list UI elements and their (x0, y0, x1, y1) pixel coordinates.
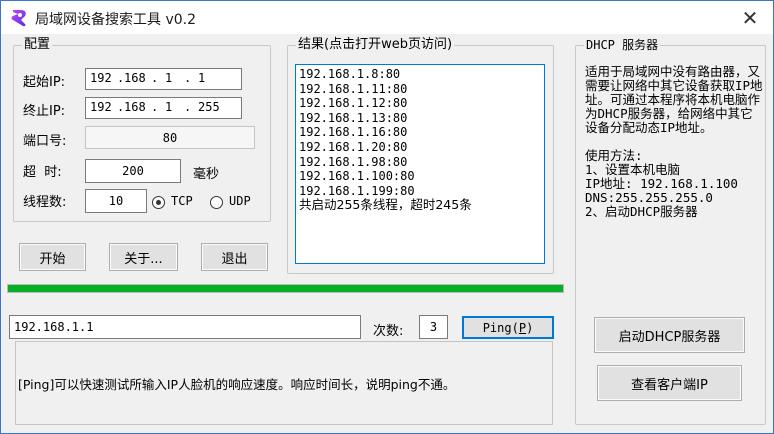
list-item[interactable]: 192.168.1.16:80 (299, 125, 541, 140)
dhcp-legend: DHCP 服务器 (586, 38, 659, 52)
tcp-radio-label: TCP (171, 194, 193, 208)
config-legend: 配置 (24, 37, 51, 52)
dhcp-usage-title: 使用方法: (585, 148, 643, 163)
start-ip-octet-2: 168 (124, 71, 146, 85)
list-item[interactable]: 192.168.1.13:80 (299, 111, 541, 126)
list-item[interactable]: 192.168.1.98:80 (299, 155, 541, 170)
list-item[interactable]: 192.168.1.11:80 (299, 82, 541, 97)
title-bar[interactable]: 局域网设备搜索工具 v0.2 ✕ (1, 1, 773, 34)
view-clients-button[interactable]: 查看客户端IP (597, 365, 742, 401)
dhcp-usage-line: DNS:255.255.255.0 (585, 190, 713, 205)
about-button[interactable]: 关于... (109, 243, 178, 271)
list-item[interactable]: 192.168.1.199:80 (299, 184, 541, 199)
end-ip-octet-3: 1 (165, 100, 173, 114)
udp-radio[interactable] (210, 196, 223, 209)
start-ip-octet-4: 1 (198, 71, 206, 85)
start-ip-octet-1: 192 (90, 71, 112, 85)
ping-count-label: 次数: (373, 324, 404, 339)
list-item[interactable]: 192.168.1.12:80 (299, 96, 541, 111)
ping-button[interactable]: Ping(P) (462, 316, 554, 339)
port-label: 端口号: (23, 134, 67, 149)
progress-fill (8, 285, 563, 292)
app-window: 局域网设备搜索工具 v0.2 ✕ 配置 起始IP: 192 . 168 . 1 … (0, 0, 774, 434)
ping-message: [Ping]可以快速测试所输入IP人脸机的响应速度。响应时间长，说明ping不通… (18, 377, 456, 392)
end-ip-octet-4: 255 (198, 100, 220, 114)
scan-progress-bar (7, 284, 564, 293)
ping-count-input[interactable]: 3 (419, 315, 448, 339)
end-ip-octet-2: 168 (124, 100, 146, 114)
list-item[interactable]: 192.168.1.20:80 (299, 140, 541, 155)
app-logo-icon (11, 10, 26, 27)
dhcp-info: 适用于局域网中没有路由器，又需要让网络中其它设备获取IP地址。可通过本程序将本机… (585, 65, 765, 219)
dhcp-description: 适用于局域网中没有路由器，又需要让网络中其它设备获取IP地址。可通过本程序将本机… (585, 64, 763, 135)
list-item[interactable]: 192.168.1.8:80 (299, 67, 541, 82)
threads-label: 线程数: (23, 195, 67, 210)
start-ip-field[interactable]: 192 . 168 . 1 . 1 (85, 68, 242, 90)
udp-radio-label: UDP (229, 194, 251, 208)
timeout-input[interactable]: 200 (85, 159, 181, 183)
close-icon: ✕ (741, 5, 759, 30)
results-legend: 结果(点击打开web页访问) (298, 37, 453, 52)
client-area: 配置 起始IP: 192 . 168 . 1 . 1 终止IP: 192 . 1… (1, 34, 773, 433)
start-dhcp-button[interactable]: 启动DHCP服务器 (594, 317, 745, 353)
end-ip-octet-1: 192 (90, 100, 112, 114)
port-input[interactable]: 80 (85, 126, 255, 149)
end-ip-label: 终止IP: (23, 104, 66, 119)
start-ip-octet-3: 1 (165, 71, 173, 85)
ping-button-label: Ping(P) (482, 320, 534, 335)
results-list[interactable]: 192.168.1.8:80 192.168.1.11:80 192.168.1… (295, 64, 545, 264)
threads-input[interactable]: 10 (85, 189, 147, 213)
window-title: 局域网设备搜索工具 v0.2 (35, 12, 196, 28)
list-item[interactable]: 共启动255条线程，超时245条 (299, 198, 541, 213)
tcp-radio[interactable] (152, 196, 165, 209)
exit-button[interactable]: 退出 (201, 243, 268, 271)
close-button[interactable]: ✕ (727, 1, 773, 34)
timeout-label: 超 时: (23, 165, 62, 180)
dhcp-usage-line: 1、设置本机电脑 (585, 162, 681, 177)
ping-ip-input[interactable]: 192.168.1.1 (9, 315, 361, 339)
dhcp-usage-line: 2、启动DHCP服务器 (585, 204, 698, 219)
dhcp-usage-line: IP地址: 192.168.1.100 (585, 176, 738, 191)
ping-message-area: [Ping]可以快速测试所输入IP人脸机的响应速度。响应时间长，说明ping不通… (15, 341, 553, 425)
start-ip-label: 起始IP: (23, 75, 66, 90)
list-item[interactable]: 192.168.1.100:80 (299, 169, 541, 184)
start-button[interactable]: 开始 (19, 243, 86, 271)
timeout-unit: 毫秒 (193, 167, 220, 182)
end-ip-field[interactable]: 192 . 168 . 1 . 255 (85, 97, 242, 119)
